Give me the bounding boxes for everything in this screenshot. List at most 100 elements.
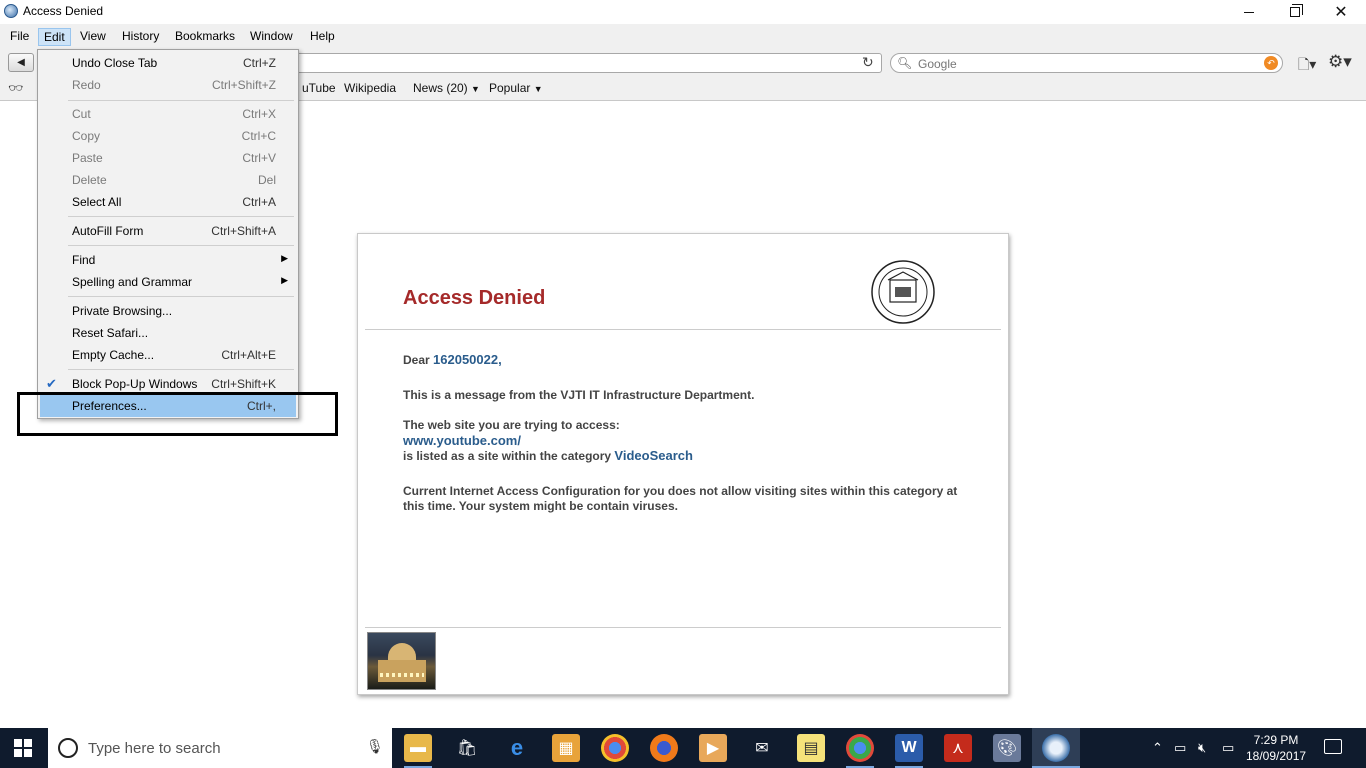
menu-item-shortcut: Ctrl+V — [242, 151, 276, 165]
menu-find[interactable]: Find ▶ — [40, 249, 296, 271]
windows-start-icon[interactable] — [14, 739, 32, 757]
building-photo — [367, 632, 436, 690]
show-hidden-icons-chevron-icon[interactable]: ⌃ — [1152, 740, 1163, 756]
menu-item-label: Spelling and Grammar — [72, 275, 193, 289]
menu-item-label: Block Pop-Up Windows — [72, 377, 198, 391]
paint-icon[interactable]: 🎨︎ — [993, 734, 1021, 762]
snapback-icon[interactable]: ↶ — [1264, 56, 1278, 70]
reload-icon[interactable]: ↻ — [862, 54, 874, 71]
menu-file[interactable]: File — [5, 28, 34, 46]
store-icon[interactable]: 🛍︎ — [453, 734, 481, 762]
safari-taskbar-icon[interactable] — [1042, 734, 1070, 762]
menu-spelling-grammar[interactable]: Spelling and Grammar ▶ — [40, 271, 296, 293]
menu-redo[interactable]: Redo Ctrl+Shift+Z — [40, 74, 296, 96]
building-facade — [378, 660, 426, 682]
chrome-icon[interactable] — [601, 734, 629, 762]
menu-bookmarks[interactable]: Bookmarks — [170, 28, 240, 46]
menu-item-label: Copy — [72, 129, 101, 143]
dear-prefix: Dear — [403, 353, 430, 367]
institute-seal-logo — [871, 260, 935, 324]
menu-item-label: Private Browsing... — [72, 304, 173, 318]
menu-empty-cache[interactable]: Empty Cache... Ctrl+Alt+E — [40, 344, 296, 366]
microphone-icon[interactable]: 🎙︎ — [366, 738, 384, 755]
menu-undo-close-tab[interactable]: Undo Close Tab Ctrl+Z — [40, 52, 296, 74]
menu-item-label: AutoFill Form — [72, 224, 144, 238]
menu-copy[interactable]: Copy Ctrl+C — [40, 125, 296, 147]
menu-item-shortcut: Ctrl+Shift+A — [211, 224, 276, 238]
menu-bar: File Edit View History Bookmarks Window … — [0, 24, 1366, 48]
firefox-icon[interactable] — [650, 734, 678, 762]
menu-item-shortcut: Ctrl+C — [241, 129, 276, 143]
menu-item-label: Paste — [72, 151, 103, 165]
menu-paste[interactable]: Paste Ctrl+V — [40, 147, 296, 169]
battery-icon[interactable]: ▭ — [1174, 740, 1186, 756]
building-dome — [388, 643, 416, 661]
menu-select-all[interactable]: Select All Ctrl+A — [40, 191, 296, 213]
chevron-down-icon: ▼ — [533, 84, 543, 94]
menu-private-browsing[interactable]: Private Browsing... — [40, 300, 296, 322]
menu-item-label: Undo Close Tab — [72, 56, 158, 70]
menu-reset-safari[interactable]: Reset Safari... — [40, 322, 296, 344]
menu-separator — [68, 245, 294, 246]
restore-button[interactable] — [1272, 0, 1318, 24]
menu-item-label: Redo — [72, 78, 101, 92]
category-prefix: is listed as a site within the category — [403, 449, 612, 463]
back-button[interactable]: ◀ — [8, 53, 34, 72]
blocked-url: www.youtube.com/ — [403, 433, 521, 448]
chevron-down-icon: ▼ — [471, 84, 480, 94]
menu-separator — [68, 100, 294, 101]
menu-item-shortcut: Ctrl+Z — [243, 56, 276, 70]
volume-muted-icon[interactable]: 🔇︎ — [1198, 740, 1206, 756]
message-line: This is a message from the VJTI IT Infra… — [403, 388, 755, 402]
taskbar-search[interactable]: Type here to search 🎙︎ — [48, 728, 392, 768]
config-text: Current Internet Access Configuration fo… — [403, 484, 958, 513]
user-id: 162050022, — [433, 352, 502, 367]
menu-separator — [68, 216, 294, 217]
menu-separator — [68, 369, 294, 370]
checkmark-icon: ✔ — [46, 376, 57, 391]
bookmark-news[interactable]: News (20) ▼ — [413, 81, 480, 95]
divider — [365, 627, 1001, 628]
network-icon[interactable]: ▭ — [1222, 740, 1234, 756]
menu-delete[interactable]: Delete Del — [40, 169, 296, 191]
mail-icon[interactable]: ✉ — [748, 734, 776, 762]
site-intro: The web site you are trying to access: — [403, 418, 620, 432]
word-icon[interactable]: W — [895, 734, 923, 762]
bookmark-news-label: News (20) — [413, 81, 468, 95]
menu-help[interactable]: Help — [305, 28, 340, 46]
menu-item-label: Delete — [72, 173, 107, 187]
highlight-annotation-box — [17, 392, 338, 436]
menu-autofill-form[interactable]: AutoFill Form Ctrl+Shift+A — [40, 220, 296, 242]
menu-view[interactable]: View — [75, 28, 111, 46]
page-heading: Access Denied — [403, 287, 546, 309]
search-field[interactable]: 🔍︎ Google ↶ — [890, 53, 1283, 73]
menu-item-label: Reset Safari... — [72, 326, 149, 340]
bookmark-wikipedia[interactable]: Wikipedia — [344, 81, 396, 95]
menu-edit[interactable]: Edit — [38, 28, 71, 46]
notifications-icon[interactable] — [1324, 739, 1342, 754]
menu-item-label: Cut — [72, 107, 91, 121]
divider — [365, 329, 1001, 330]
gear-icon[interactable]: ⚙▾ — [1328, 52, 1352, 72]
menu-window[interactable]: Window — [245, 28, 298, 46]
sticky-notes-icon[interactable]: ▤ — [797, 734, 825, 762]
taskbar-search-placeholder: Type here to search — [88, 740, 221, 757]
acrobat-icon[interactable]: ⋏ — [944, 734, 972, 762]
bookmark-popular[interactable]: Popular ▼ — [489, 81, 543, 95]
chrome-icon-2[interactable] — [846, 734, 874, 762]
reading-list-icon[interactable]: 👓︎ — [8, 81, 23, 95]
minimize-button[interactable] — [1226, 0, 1272, 24]
file-explorer-icon[interactable]: ▬ — [404, 734, 432, 762]
submenu-arrow-icon: ▶ — [281, 275, 288, 285]
title-bar: Access Denied ✕ — [0, 0, 1366, 24]
edge-icon[interactable]: e — [503, 734, 531, 762]
media-player-icon[interactable]: ▶ — [699, 734, 727, 762]
menu-history[interactable]: History — [117, 28, 164, 46]
page-menu-icon[interactable]: 🗋▾ — [1298, 54, 1316, 78]
system-clock[interactable]: 7:29 PM 18/09/2017 — [1246, 732, 1306, 764]
menu-item-label: Empty Cache... — [72, 348, 155, 362]
calculator-icon[interactable]: ▦ — [552, 734, 580, 762]
close-button[interactable]: ✕ — [1318, 0, 1364, 24]
menu-cut[interactable]: Cut Ctrl+X — [40, 103, 296, 125]
bookmark-youtube[interactable]: uTube — [302, 81, 336, 95]
